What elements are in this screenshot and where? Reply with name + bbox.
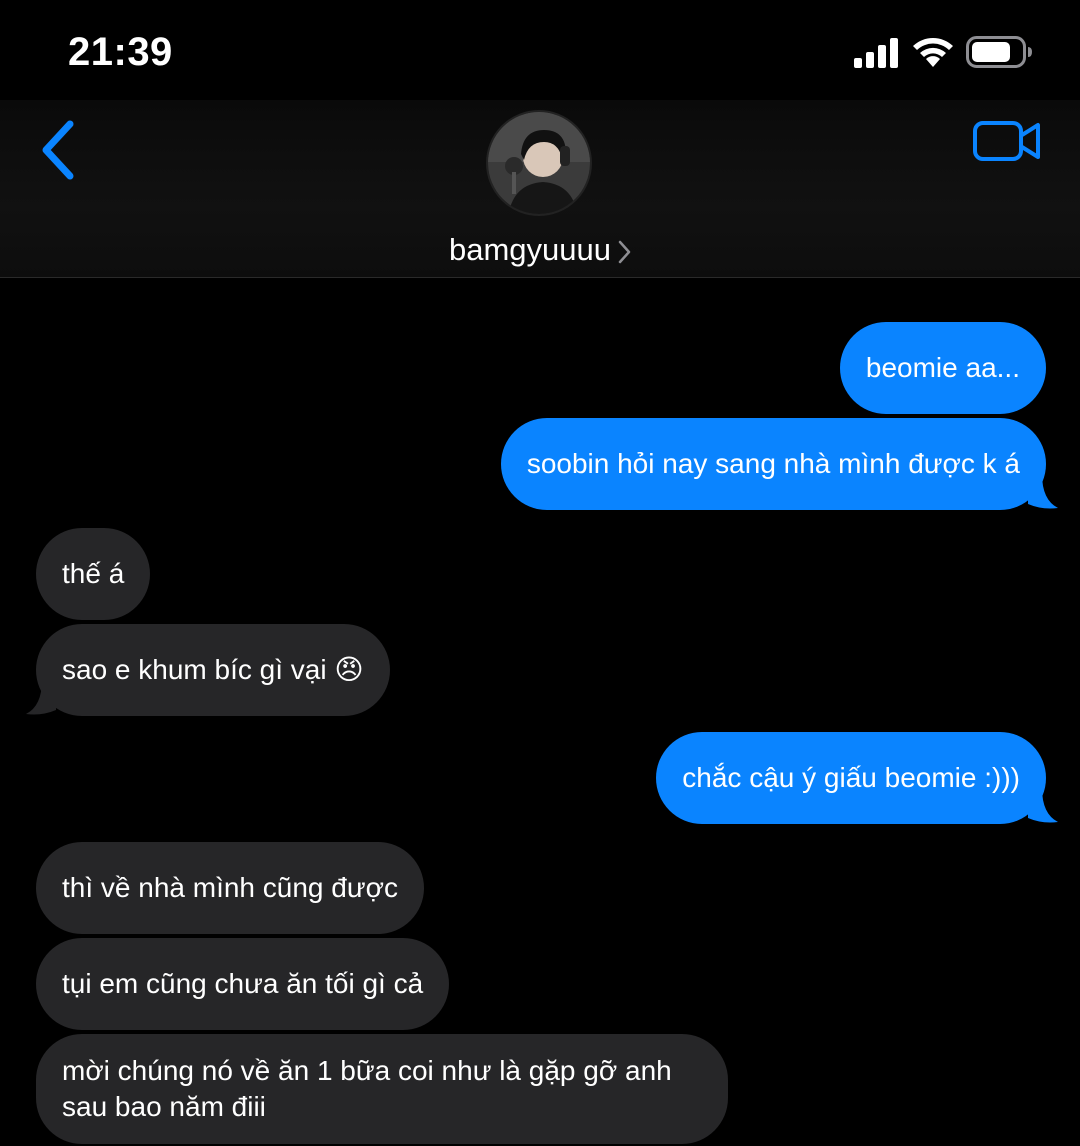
message-bubble-sent[interactable]: chắc cậu ý giấu beomie :))): [656, 732, 1046, 824]
message-bubble-sent[interactable]: soobin hỏi nay sang nhà mình được k á: [500, 418, 1046, 510]
bubble-tail: [26, 680, 56, 715]
avatar-photo: [488, 112, 590, 214]
message-text: tụi em cũng chưa ăn tối gì cả: [62, 968, 424, 999]
message-text: thì về nhà mình cũng được: [62, 872, 398, 903]
message-bubble-received[interactable]: tụi em cũng chưa ăn tối gì cả: [36, 938, 450, 1030]
contact-name: bamgyuuuu: [448, 232, 611, 267]
cellular-signal-icon: [854, 38, 898, 68]
avatar[interactable]: [486, 110, 592, 216]
message-text: thế á: [62, 558, 125, 589]
chevron-left-icon[interactable]: [36, 118, 80, 182]
message-text: chắc cậu ý giấu beomie :))): [682, 762, 1020, 793]
message-bubble-received[interactable]: thế á: [36, 528, 151, 620]
battery-icon: [966, 36, 1032, 68]
chevron-right-icon: [618, 240, 631, 264]
message-bubble-received[interactable]: mời chúng nó về ăn 1 bữa coi như là gặp …: [36, 1034, 728, 1144]
message-text: mời chúng nó về ăn 1 bữa coi như là gặp …: [62, 1055, 672, 1122]
contact-name-button[interactable]: bamgyuuuu: [0, 232, 1080, 268]
bubble-tail: [1028, 788, 1058, 823]
message-bubble-received[interactable]: sao e khum bíc gì vại 😠: [36, 624, 390, 716]
message-text: soobin hỏi nay sang nhà mình được k á: [526, 448, 1020, 479]
bubble-tail: [1028, 474, 1058, 509]
message-bubble-sent[interactable]: beomie aa...: [839, 322, 1046, 414]
conversation-header: bamgyuuuu: [0, 100, 1080, 278]
message-text: beomie aa...: [865, 352, 1020, 383]
video-camera-icon[interactable]: [972, 118, 1042, 164]
message-bubble-received[interactable]: thì về nhà mình cũng được: [36, 842, 424, 934]
status-bar: 21:39: [0, 0, 1080, 100]
wifi-icon: [913, 38, 953, 67]
messages-screen: 21:39 bamgyuuuu beomie aa... soobin hỏi …: [0, 0, 1080, 1146]
message-thread[interactable]: beomie aa... soobin hỏi nay sang nhà mìn…: [0, 278, 1080, 1146]
message-text: sao e khum bíc gì vại 😠: [62, 654, 364, 685]
status-time: 21:39: [68, 30, 173, 74]
